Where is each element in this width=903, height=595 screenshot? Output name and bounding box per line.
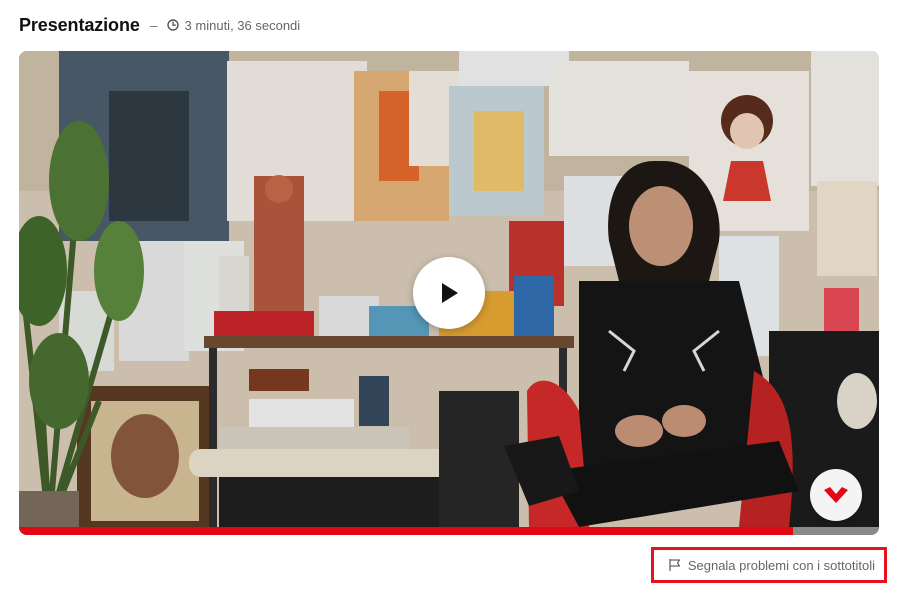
domestika-logo-button[interactable] (810, 469, 862, 521)
domestika-logo-icon (824, 487, 848, 503)
page-title: Presentazione (19, 14, 140, 35)
video-player[interactable] (19, 51, 879, 535)
play-button[interactable] (413, 257, 485, 329)
clock-icon (166, 19, 179, 31)
video-progress-fill (19, 527, 793, 535)
title-separator: – (149, 17, 158, 33)
play-icon (442, 283, 458, 303)
report-subtitles-button[interactable]: Segnala problemi con i sottotitoli (651, 547, 887, 583)
video-progress-bar[interactable] (19, 527, 879, 535)
report-subtitles-label: Segnala problemi con i sottotitoli (687, 557, 875, 573)
video-duration: 3 minuti, 36 secondi (184, 17, 301, 33)
flag-icon (669, 559, 680, 571)
lesson-header: Presentazione – 3 minuti, 36 secondi (19, 12, 300, 38)
